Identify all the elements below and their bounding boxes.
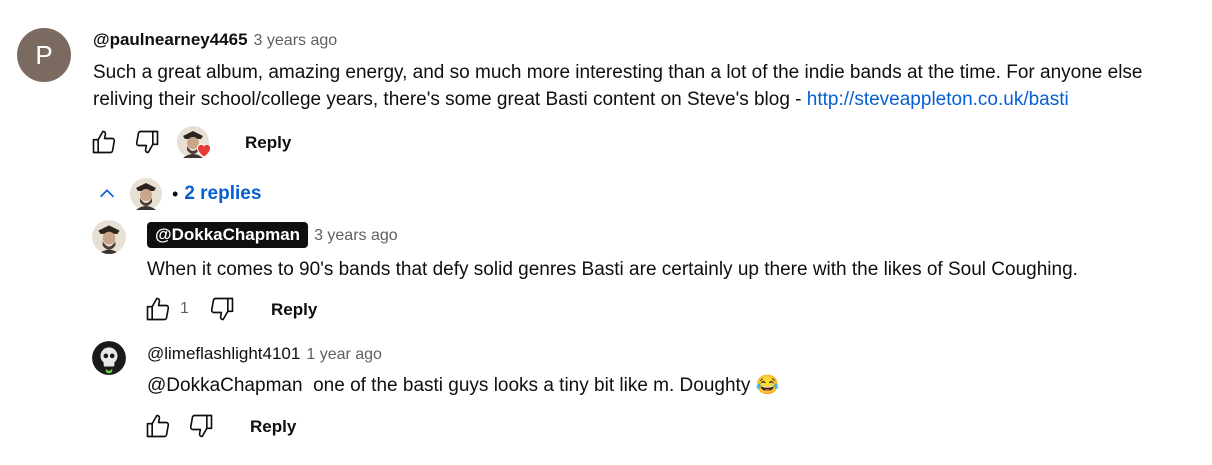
reply-button[interactable]: Reply <box>271 300 317 320</box>
reply-header: @DokkaChapman 3 years ago <box>147 222 398 248</box>
comment-timestamp[interactable]: 3 years ago <box>254 32 338 49</box>
reply-author-badge[interactable]: @DokkaChapman <box>147 222 309 248</box>
comment-author[interactable]: @paulnearney4465 <box>93 30 248 49</box>
reply-text: When it comes to 90's bands that defy so… <box>147 259 1078 280</box>
separator-dot: • <box>172 183 179 204</box>
like-count: 1 <box>180 300 189 317</box>
heart-icon <box>196 143 212 158</box>
skull-avatar-icon <box>92 341 126 375</box>
reply-like-button[interactable] <box>143 294 173 324</box>
replies-count[interactable]: 2 replies <box>184 183 261 205</box>
replies-toggle[interactable]: • 2 replies <box>96 178 261 210</box>
reply-avatar[interactable] <box>92 220 126 254</box>
reply-timestamp[interactable]: 3 years ago <box>314 227 398 244</box>
avatar-letter: P <box>35 39 53 70</box>
creator-heart <box>177 126 213 160</box>
comment-text: Such a great album, amazing energy, and … <box>93 59 1193 113</box>
thumbs-up-icon <box>146 414 170 438</box>
like-button[interactable] <box>89 127 119 157</box>
thumbs-up-icon <box>146 297 170 321</box>
reply-button[interactable]: Reply <box>250 417 296 437</box>
comment-text-line2: reliving their school/college years, the… <box>93 86 1193 113</box>
reply-author-avatar-icon <box>130 178 162 210</box>
reply-avatar-image <box>92 220 126 254</box>
avatar[interactable]: P <box>17 28 71 82</box>
reply-header: @limeflashlight4101 1 year ago <box>147 344 382 364</box>
reply-dislike-button[interactable] <box>207 294 237 324</box>
reply-author[interactable]: @limeflashlight4101 <box>147 344 300 363</box>
reply-text: @DokkaChapman one of the basti guys look… <box>147 375 780 396</box>
thumbs-down-icon <box>210 297 234 321</box>
comment-text-line1: Such a great album, amazing energy, and … <box>93 62 1143 83</box>
comment-text-line2-body: reliving their school/college years, the… <box>93 89 807 110</box>
reply-button[interactable]: Reply <box>245 133 291 153</box>
thumbs-down-icon <box>135 130 159 154</box>
blog-link[interactable]: http://steveappleton.co.uk/basti <box>807 89 1069 110</box>
reply-timestamp[interactable]: 1 year ago <box>306 346 382 363</box>
reply-dislike-button[interactable] <box>186 411 216 441</box>
chevron-up-icon <box>99 189 115 198</box>
dislike-button[interactable] <box>132 127 162 157</box>
reply-like-button[interactable] <box>143 411 173 441</box>
comment-header: @paulnearney4465 3 years ago <box>93 30 337 50</box>
thumbs-up-icon <box>92 130 116 154</box>
reply-avatar[interactable] <box>92 341 126 375</box>
thumbs-down-icon <box>189 414 213 438</box>
